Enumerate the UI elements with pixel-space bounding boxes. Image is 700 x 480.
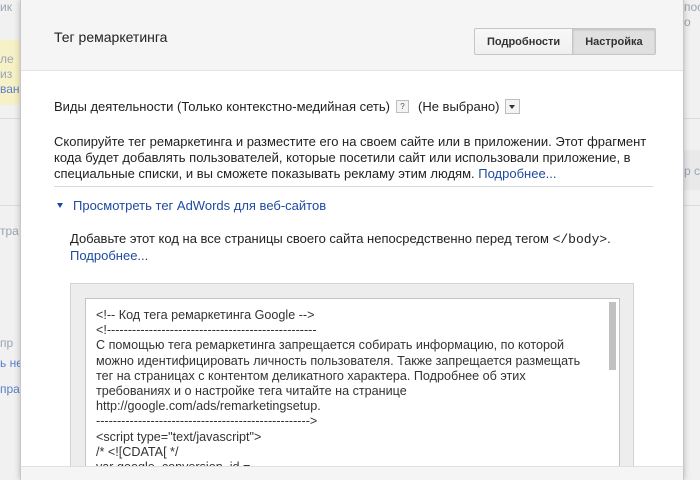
instruction-period: .	[607, 231, 611, 246]
background-link: пра	[0, 382, 20, 396]
tag-code-text: <!-- Код тега ремаркетинга Google --> <!…	[96, 308, 581, 474]
background-text: ик	[0, 0, 12, 14]
settings-button[interactable]: Настройка	[573, 28, 656, 55]
instruction-text: Добавьте этот код на все страницы своего…	[70, 231, 630, 264]
help-icon[interactable]: ?	[395, 99, 409, 113]
category-row: Виды деятельности (Только контекстно-мед…	[54, 96, 654, 116]
background-link: ван	[0, 82, 20, 96]
remarketing-tag-dialog: Тег ремаркетинга Подробности Настройка В…	[20, 0, 684, 480]
body-tag-code: </body>	[552, 232, 608, 247]
background-text: из	[0, 67, 13, 81]
details-button[interactable]: Подробности	[474, 28, 574, 55]
category-value: (Не выбрано)	[417, 98, 500, 114]
description-text: Скопируйте тег ремаркетинга и разместите…	[54, 134, 654, 182]
code-container: <!-- Код тега ремаркетинга Google --> <!…	[70, 283, 634, 480]
background-text: пос	[684, 0, 700, 14]
view-adwords-tag-label: Просмотреть тег AdWords для веб-сайтов	[73, 198, 327, 213]
background-text: о	[684, 15, 691, 29]
background-text: ле	[0, 52, 14, 66]
instruction-learn-more-link[interactable]: Подробнее...	[70, 248, 148, 263]
category-dropdown-button[interactable]	[505, 98, 521, 114]
dialog-footer	[21, 466, 683, 480]
background-text: р ст	[684, 164, 700, 178]
background-text: тра	[0, 224, 19, 238]
dialog-title: Тег ремаркетинга	[54, 29, 168, 45]
tag-code-textarea[interactable]: <!-- Код тега ремаркетинга Google --> <!…	[85, 298, 620, 480]
code-scrollbar[interactable]	[609, 302, 616, 370]
description-body: Скопируйте тег ремаркетинга и разместите…	[54, 134, 647, 181]
view-adwords-tag-toggle[interactable]: Просмотреть тег AdWords для веб-сайтов	[54, 198, 326, 213]
expand-triangle-icon	[57, 203, 63, 208]
background-text: пр	[0, 336, 14, 350]
category-label: Виды деятельности (Только контекстно-мед…	[54, 98, 390, 114]
learn-more-link[interactable]: Подробнее...	[478, 166, 556, 181]
dialog-content: Виды деятельности (Только контекстно-мед…	[54, 96, 654, 181]
section-divider	[54, 186, 653, 187]
instruction-body: Добавьте этот код на все страницы своего…	[70, 231, 549, 246]
view-mode-toggle: Подробности Настройка	[474, 28, 656, 55]
dialog-header: Тег ремаркетинга Подробности Настройка	[21, 0, 683, 71]
